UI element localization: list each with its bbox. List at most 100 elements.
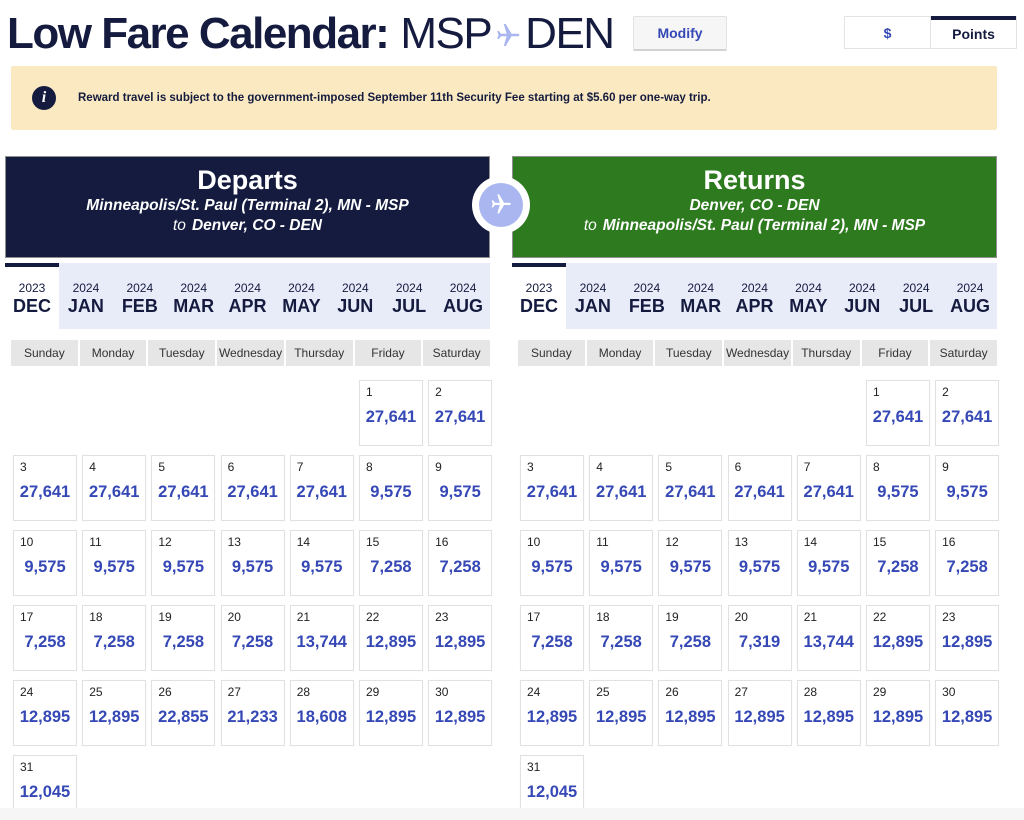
day-cell[interactable]: 6 27,641: [727, 455, 792, 521]
day-cell[interactable]: 21 13,744: [796, 605, 861, 671]
day-number: 12: [665, 535, 679, 549]
month-tab-mar[interactable]: 2024 MAR: [673, 263, 728, 329]
plane-icon: [493, 19, 523, 49]
day-cell[interactable]: 10 9,575: [520, 530, 584, 596]
day-cell[interactable]: 17 7,258: [13, 605, 77, 671]
month-tab-aug[interactable]: 2024 AUG: [943, 263, 997, 329]
day-cell[interactable]: 26 12,895: [658, 680, 723, 746]
day-cell[interactable]: 19 7,258: [151, 605, 216, 671]
toggle-points[interactable]: Points: [931, 16, 1016, 48]
day-cell[interactable]: 19 7,258: [658, 605, 723, 671]
day-cell[interactable]: 29 12,895: [358, 680, 423, 746]
day-cell[interactable]: 24 12,895: [13, 680, 77, 746]
month-tab-jan[interactable]: 2024 JAN: [566, 263, 620, 329]
day-cell[interactable]: 8 9,575: [358, 455, 423, 521]
day-cell[interactable]: 25 12,895: [589, 680, 654, 746]
day-number: 25: [89, 685, 103, 699]
day-cell[interactable]: 20 7,319: [727, 605, 792, 671]
day-cell[interactable]: 30 12,895: [428, 680, 493, 746]
day-number: 27: [734, 685, 748, 699]
day-cell[interactable]: 24 12,895: [520, 680, 584, 746]
calendar-grid: 1 27,641 2 27,641 3 27,641 4 27,641 5 27,641 6 27,6…: [512, 380, 1000, 820]
day-cell[interactable]: 27 21,233: [220, 680, 285, 746]
day-cell[interactable]: 7 27,641: [289, 455, 354, 521]
day-cell[interactable]: 18 7,258: [589, 605, 654, 671]
day-cell[interactable]: 9 9,575: [935, 455, 1000, 521]
fare-price: 9,575: [231, 558, 274, 576]
fare-price: 12,895: [872, 708, 924, 726]
day-cell[interactable]: 12 9,575: [658, 530, 723, 596]
month-name: JUL: [899, 296, 934, 316]
month-tab-dec[interactable]: 2023 DEC: [512, 263, 566, 329]
month-tab-feb[interactable]: 2024 FEB: [619, 263, 674, 329]
month-tab-jul[interactable]: 2024 JUL: [889, 263, 944, 329]
day-cell[interactable]: 16 7,258: [935, 530, 1000, 596]
day-cell[interactable]: 12 9,575: [151, 530, 216, 596]
day-cell[interactable]: 7 27,641: [796, 455, 861, 521]
month-tab-jul[interactable]: 2024 JUL: [382, 263, 437, 329]
month-tab-jan[interactable]: 2024 JAN: [59, 263, 113, 329]
day-cell[interactable]: 9 9,575: [428, 455, 493, 521]
month-tab-jun[interactable]: 2024 JUN: [835, 263, 890, 329]
day-cell[interactable]: 1 27,641: [865, 380, 930, 446]
month-tab-dec[interactable]: 2023 DEC: [5, 263, 59, 329]
day-cell[interactable]: 13 9,575: [220, 530, 285, 596]
day-cell[interactable]: 10 9,575: [13, 530, 77, 596]
modify-button[interactable]: Modify: [633, 16, 727, 51]
day-cell[interactable]: 4 27,641: [589, 455, 654, 521]
day-cell[interactable]: 20 7,258: [220, 605, 285, 671]
day-cell[interactable]: 2 27,641: [935, 380, 1000, 446]
day-cell[interactable]: 11 9,575: [589, 530, 654, 596]
day-cell[interactable]: 14 9,575: [289, 530, 354, 596]
day-cell[interactable]: 17 7,258: [520, 605, 584, 671]
day-number: 6: [734, 460, 742, 474]
day-number: 9: [942, 460, 949, 474]
day-cell[interactable]: 1 27,641: [358, 380, 423, 446]
month-name: MAR: [680, 296, 722, 316]
day-cell[interactable]: 30 12,895: [935, 680, 1000, 746]
day-cell[interactable]: 3 27,641: [13, 455, 77, 521]
day-cell[interactable]: 27 12,895: [727, 680, 792, 746]
day-cell[interactable]: 5 27,641: [151, 455, 216, 521]
month-tab-apr[interactable]: 2024 APR: [220, 263, 275, 329]
day-cell[interactable]: 18 7,258: [82, 605, 147, 671]
day-cell[interactable]: 28 12,895: [796, 680, 861, 746]
day-cell[interactable]: 13 9,575: [727, 530, 792, 596]
day-cell[interactable]: 4 27,641: [82, 455, 147, 521]
day-cell[interactable]: 22 12,895: [358, 605, 423, 671]
day-cell[interactable]: 3 27,641: [520, 455, 584, 521]
day-cell[interactable]: 26 22,855: [151, 680, 216, 746]
day-cell[interactable]: 2 27,641: [428, 380, 493, 446]
day-cell[interactable]: 15 7,258: [358, 530, 423, 596]
month-tab-may[interactable]: 2024 MAY: [781, 263, 836, 329]
day-cell[interactable]: 11 9,575: [82, 530, 147, 596]
day-cell[interactable]: 25 12,895: [82, 680, 147, 746]
day-number: 11: [89, 535, 102, 549]
day-cell[interactable]: 6 27,641: [220, 455, 285, 521]
fare-price: 12,895: [19, 708, 71, 726]
day-number: 18: [596, 610, 610, 624]
weekday-label: Friday: [861, 340, 929, 366]
month-tab-may[interactable]: 2024 MAY: [274, 263, 329, 329]
month-tab-apr[interactable]: 2024 APR: [727, 263, 782, 329]
day-cell[interactable]: 23 12,895: [428, 605, 493, 671]
day-cell[interactable]: 28 18,608: [289, 680, 354, 746]
fare-price: 9,575: [93, 558, 135, 576]
day-cell[interactable]: 29 12,895: [865, 680, 930, 746]
weekday-header: Sunday Monday Tuesday Wednesday Thursday Frid…: [5, 340, 491, 366]
fare-price: 27,641: [296, 483, 347, 501]
month-tab-feb[interactable]: 2024 FEB: [112, 263, 167, 329]
day-cell[interactable]: 21 13,744: [289, 605, 354, 671]
month-tab-jun[interactable]: 2024 JUN: [328, 263, 383, 329]
day-number: 18: [89, 610, 103, 624]
day-cell[interactable]: 16 7,258: [428, 530, 493, 596]
day-cell[interactable]: 8 9,575: [865, 455, 930, 521]
day-cell[interactable]: 22 12,895: [865, 605, 930, 671]
day-cell[interactable]: 23 12,895: [935, 605, 1000, 671]
day-cell[interactable]: 5 27,641: [658, 455, 723, 521]
toggle-dollars[interactable]: $: [845, 17, 931, 48]
day-cell[interactable]: 14 9,575: [796, 530, 861, 596]
month-tab-aug[interactable]: 2024 AUG: [436, 263, 490, 329]
month-tab-mar[interactable]: 2024 MAR: [166, 263, 221, 329]
day-cell[interactable]: 15 7,258: [865, 530, 930, 596]
